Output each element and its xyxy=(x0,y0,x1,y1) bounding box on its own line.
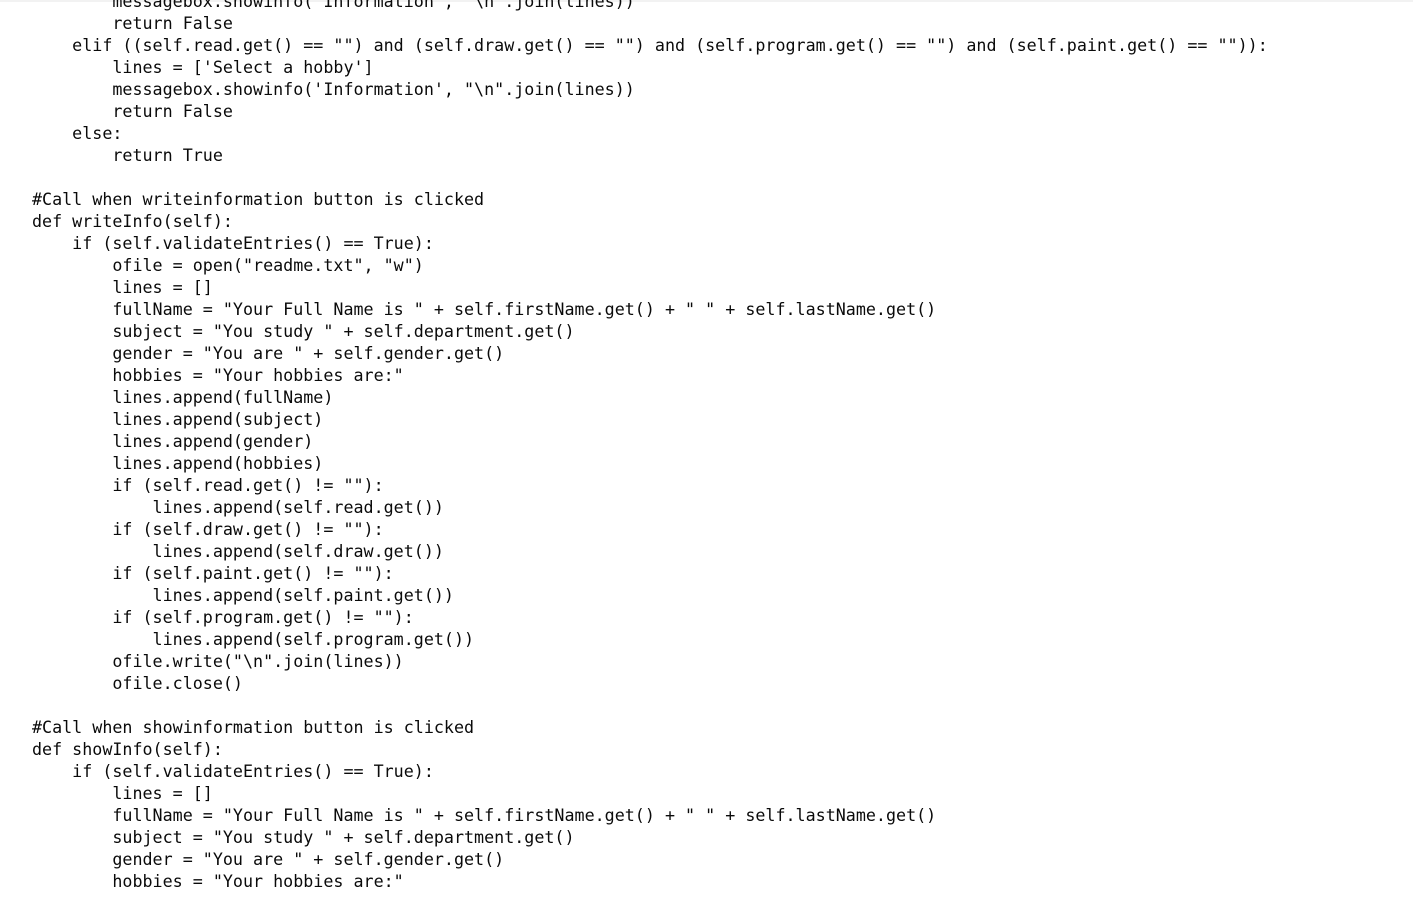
code-line: lines = ['Select a hobby'] xyxy=(32,57,374,77)
code-line: subject = "You study " + self.department… xyxy=(32,321,575,341)
code-line: lines.append(self.draw.get()) xyxy=(32,541,444,561)
python-code-block: messagebox.showinfo('Information', "\n".… xyxy=(32,0,1268,892)
code-line: return False xyxy=(32,13,233,33)
code-line: #Call when writeinformation button is cl… xyxy=(32,189,485,209)
code-line: return True xyxy=(32,145,223,165)
code-line: lines.append(hobbies) xyxy=(32,453,324,473)
code-line: messagebox.showinfo('Information', "\n".… xyxy=(32,0,635,11)
code-line: gender = "You are " + self.gender.get() xyxy=(32,343,505,363)
code-line: lines.append(gender) xyxy=(32,431,314,451)
code-line: if (self.program.get() != ""): xyxy=(32,607,414,627)
code-listing-page: messagebox.showinfo('Information', "\n".… xyxy=(0,0,1413,902)
code-line: if (self.read.get() != ""): xyxy=(32,475,384,495)
code-line: hobbies = "Your hobbies are:" xyxy=(32,871,404,891)
code-line: else: xyxy=(32,123,123,143)
code-line: #Call when showinformation button is cli… xyxy=(32,717,475,737)
code-line: ofile.write("\n".join(lines)) xyxy=(32,651,404,671)
code-line: return False xyxy=(32,101,233,121)
code-line: lines = [] xyxy=(32,783,213,803)
code-line: lines.append(self.read.get()) xyxy=(32,497,444,517)
code-line: lines = [] xyxy=(32,277,213,297)
code-line: if (self.paint.get() != ""): xyxy=(32,563,394,583)
code-line: if (self.draw.get() != ""): xyxy=(32,519,384,539)
code-line: if (self.validateEntries() == True): xyxy=(32,761,434,781)
code-line: fullName = "Your Full Name is " + self.f… xyxy=(32,299,937,319)
code-line: if (self.validateEntries() == True): xyxy=(32,233,434,253)
code-line: elif ((self.read.get() == "") and (self.… xyxy=(32,35,1268,55)
code-line: hobbies = "Your hobbies are:" xyxy=(32,365,404,385)
code-line: fullName = "Your Full Name is " + self.f… xyxy=(32,805,937,825)
code-line: lines.append(fullName) xyxy=(32,387,334,407)
code-line: ofile.close() xyxy=(32,673,243,693)
code-line: gender = "You are " + self.gender.get() xyxy=(32,849,505,869)
code-line: ofile = open("readme.txt", "w") xyxy=(32,255,424,275)
code-line: messagebox.showinfo('Information', "\n".… xyxy=(32,79,635,99)
code-line: def writeInfo(self): xyxy=(32,211,233,231)
code-line: lines.append(self.program.get()) xyxy=(32,629,475,649)
code-line: lines.append(self.paint.get()) xyxy=(32,585,454,605)
code-line: def showInfo(self): xyxy=(32,739,223,759)
code-line: lines.append(subject) xyxy=(32,409,324,429)
code-line: subject = "You study " + self.department… xyxy=(32,827,575,847)
